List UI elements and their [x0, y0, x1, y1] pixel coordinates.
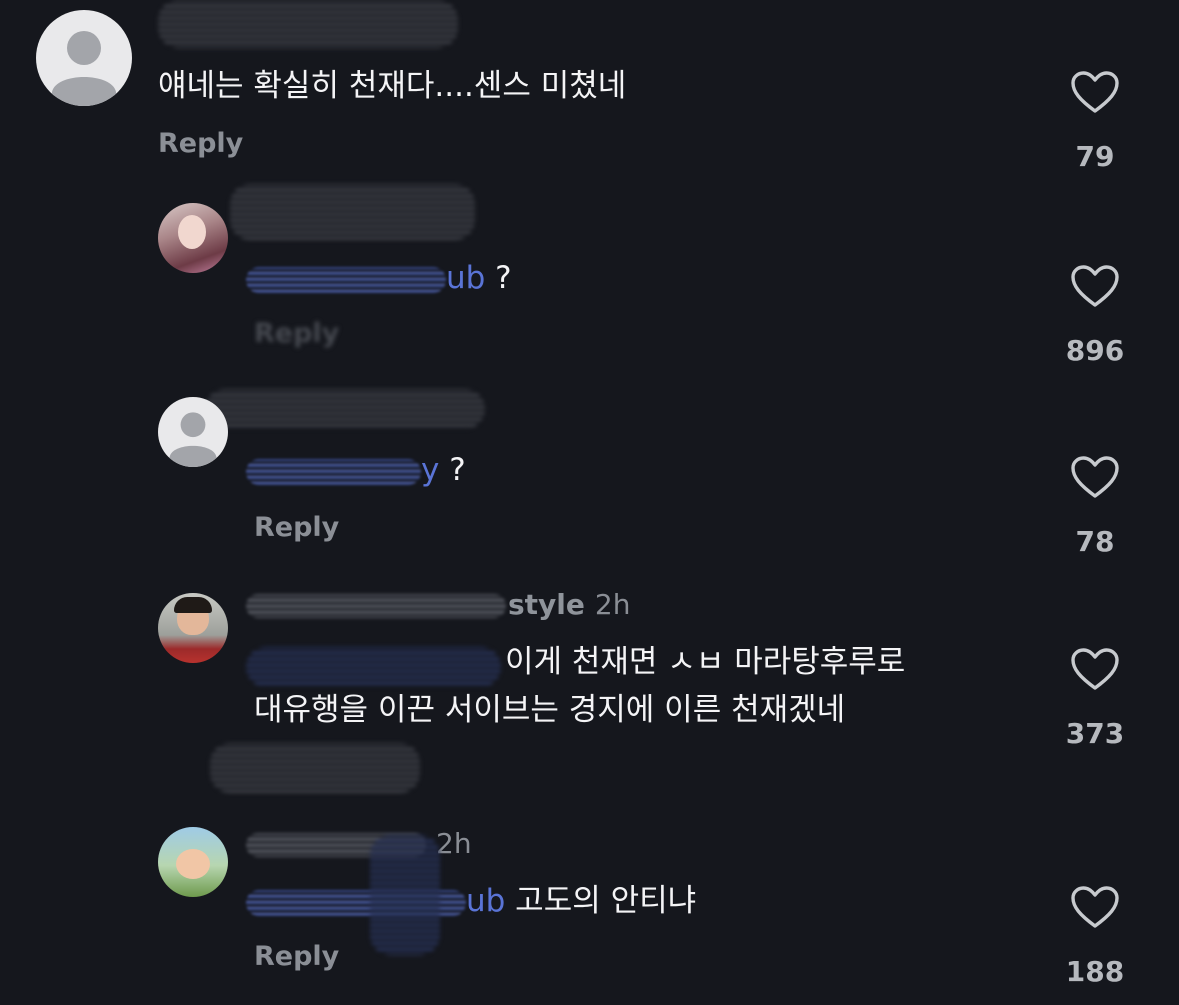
- reply-button[interactable]: Reply: [254, 512, 339, 543]
- avatar[interactable]: [36, 10, 132, 106]
- comment-item: 2h ub 고도의 안티냐 Reply 188: [0, 815, 1179, 1005]
- comment-text: 얘네는 확실히 천재다....센스 미쳤네: [158, 68, 627, 104]
- blurred-mention: [246, 647, 501, 687]
- reply-button[interactable]: Reply: [254, 318, 339, 349]
- comment-text: ub 고도의 안티냐: [246, 876, 696, 926]
- blurred-username: [158, 0, 458, 48]
- avatar-photo: [178, 215, 206, 249]
- comment-item: ub ? Reply 896: [0, 180, 1179, 380]
- like-count: 373: [1065, 717, 1125, 750]
- comment-item: 얘네는 확실히 천재다....센스 미쳤네 Reply 79: [0, 0, 1179, 190]
- heart-icon: [1071, 265, 1119, 307]
- avatar[interactable]: [158, 397, 228, 467]
- avatar-hair: [174, 597, 212, 613]
- blurred-username: [205, 389, 485, 429]
- default-avatar-icon: [169, 412, 217, 467]
- comment-text: y ?: [246, 445, 466, 495]
- avatar[interactable]: [158, 203, 228, 273]
- like-count: 78: [1075, 525, 1115, 558]
- like-button[interactable]: 79: [1058, 70, 1132, 173]
- comment-item: style 2h 이게 천재면 ㅅㅂ 마라탕후루로 대유행을 이끈 서이브는 경지…: [0, 575, 1179, 820]
- default-avatar-icon: [52, 31, 116, 106]
- blurred-username: [246, 594, 506, 618]
- avatar[interactable]: [158, 593, 228, 663]
- comment-text-line2: 대유행을 이끈 서이브는 경지에 이른 천재겠네: [254, 692, 846, 728]
- like-button[interactable]: 896: [1058, 264, 1132, 367]
- like-count: 188: [1065, 955, 1125, 988]
- like-count: 896: [1065, 334, 1125, 367]
- like-button[interactable]: 373: [1058, 647, 1132, 750]
- comment-item: y ? Reply 78: [0, 375, 1179, 575]
- like-button[interactable]: 78: [1058, 455, 1132, 558]
- reply-button[interactable]: Reply: [254, 941, 339, 972]
- timestamp: 2h: [436, 827, 472, 860]
- blurred-mention: [246, 266, 446, 293]
- mention-link[interactable]: y: [246, 452, 439, 488]
- heart-icon: [1071, 456, 1119, 498]
- like-button[interactable]: 188: [1058, 885, 1132, 988]
- mention-link[interactable]: ub: [246, 260, 485, 296]
- avatar-photo: [176, 849, 210, 879]
- heart-icon: [1071, 886, 1119, 928]
- blurred-reply: [210, 743, 420, 793]
- heart-icon: [1071, 71, 1119, 113]
- timestamp: 2h: [594, 588, 631, 621]
- heart-icon: [1071, 648, 1119, 690]
- blurred-overlay: [370, 835, 440, 955]
- avatar[interactable]: [158, 827, 228, 897]
- username[interactable]: style 2h: [246, 588, 630, 622]
- blurred-mention: [246, 458, 421, 485]
- like-count: 79: [1075, 140, 1115, 173]
- blurred-username: [230, 184, 475, 240]
- reply-button[interactable]: Reply: [158, 128, 243, 159]
- comment-text: 이게 천재면 ㅅㅂ 마라탕후루로: [505, 644, 906, 680]
- comment-text: ub ?: [246, 253, 512, 303]
